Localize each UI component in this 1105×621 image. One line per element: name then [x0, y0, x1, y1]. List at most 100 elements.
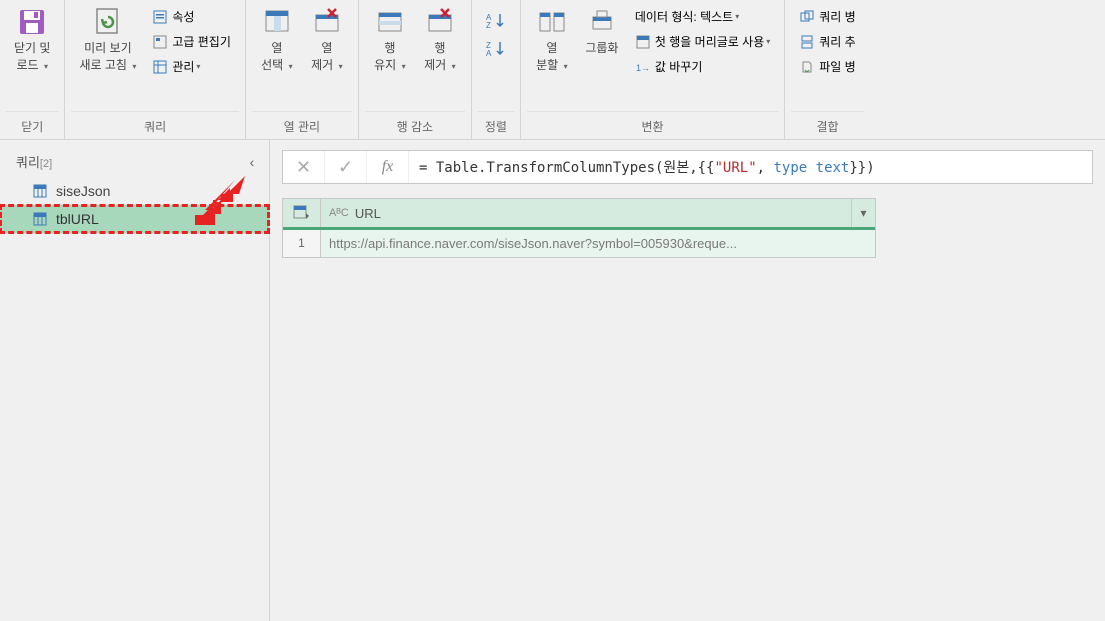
data-table: AᴮC URL ▾ 1 https://api.finance.naver.co…: [282, 198, 876, 258]
sort-asc-button[interactable]: AZ: [482, 8, 510, 34]
first-row-header-button[interactable]: 첫 행을 머리글로 사용 ▾: [631, 31, 774, 52]
files-icon: [799, 59, 815, 75]
formula-input[interactable]: = Table.TransformColumnTypes(원본,{{"URL",…: [409, 157, 1092, 177]
group-label-sort: 정렬: [478, 111, 514, 139]
chevron-down-icon: ▾: [44, 62, 48, 71]
svg-text:1→2: 1→2: [636, 63, 650, 73]
merge-queries-button[interactable]: 쿼리 병: [795, 6, 859, 27]
chevron-down-icon: ▾: [402, 62, 406, 71]
properties-icon: [152, 9, 168, 25]
chevron-down-icon: ▾: [564, 62, 568, 71]
ribbon-group-combine: 쿼리 병 쿼리 추 파일 병 결합: [785, 0, 869, 139]
data-type-label: 데이터 형식: 텍스트: [635, 8, 733, 25]
remove-columns-icon: [311, 6, 343, 38]
refresh-label: 미리 보기새로 고침 ▾: [79, 40, 136, 74]
fx-icon: fx: [367, 151, 409, 183]
choose-columns-button[interactable]: 열선택 ▾: [252, 4, 302, 76]
group-label-columns: 열 관리: [252, 111, 352, 139]
sort-asc-icon: AZ: [486, 12, 506, 30]
remove-rows-button[interactable]: 행제거 ▾: [415, 4, 465, 76]
files-label: 파일 병: [819, 58, 855, 75]
sort-desc-icon: ZA: [486, 40, 506, 58]
manage-button[interactable]: 관리 ▾: [148, 56, 235, 77]
replace-values-button[interactable]: 1→2 값 바꾸기: [631, 56, 774, 77]
remove-rows-icon: [424, 6, 456, 38]
chevron-down-icon: ▾: [132, 62, 136, 71]
ribbon-toolbar: 닫기 및로드 ▾ 닫기 미리 보기새로 고침 ▾ 속성 고급 편집기: [0, 0, 1105, 140]
chevron-down-icon: ▾: [196, 62, 200, 71]
refresh-preview-button[interactable]: 미리 보기새로 고침 ▾: [71, 4, 144, 76]
remove-columns-label: 열제거 ▾: [311, 40, 342, 74]
advanced-editor-button[interactable]: 고급 편집기: [148, 31, 235, 52]
main-area: 쿼리[2] ‹ siseJson tblURL ✕ ✓ fx = Table.T…: [0, 140, 1105, 621]
ribbon-group-sort: AZ ZA 정렬: [472, 0, 521, 139]
formula-mid: ,: [757, 160, 774, 176]
remove-columns-button[interactable]: 열제거 ▾: [302, 4, 352, 76]
column-filter-button[interactable]: ▾: [851, 199, 875, 227]
text-type-icon: AᴮC: [329, 207, 349, 219]
cell-value: https://api.finance.naver.com/siseJson.n…: [321, 230, 875, 257]
ribbon-group-columns: 열선택 ▾ 열제거 ▾ 열 관리: [246, 0, 359, 139]
data-type-button[interactable]: 데이터 형식: 텍스트 ▾: [631, 6, 774, 27]
queries-sidebar: 쿼리[2] ‹ siseJson tblURL: [0, 140, 270, 621]
keep-rows-icon: [374, 6, 406, 38]
query-item-tblurl[interactable]: tblURL: [0, 205, 269, 233]
collapse-sidebar-button[interactable]: ‹: [243, 153, 261, 171]
group-label-combine: 결합: [791, 111, 863, 139]
table-icon: [152, 59, 168, 75]
formula-cancel-button[interactable]: ✕: [283, 151, 325, 183]
content-area: ✕ ✓ fx = Table.TransformColumnTypes(원본,{…: [270, 140, 1105, 621]
remove-rows-label: 행제거 ▾: [424, 40, 455, 74]
formula-prefix: = Table.TransformColumnTypes(원본,{{: [419, 160, 714, 176]
formula-confirm-button[interactable]: ✓: [325, 151, 367, 183]
chevron-down-icon: ▾: [289, 62, 293, 71]
groupby-button[interactable]: 그룹화: [577, 4, 627, 59]
svg-text:Z: Z: [486, 21, 491, 30]
table-corner-button[interactable]: [283, 199, 321, 227]
table-icon: [32, 183, 48, 199]
row-number: 1: [283, 230, 321, 257]
formula-suffix: }}): [849, 160, 874, 176]
sidebar-title: 쿼리[2]: [16, 152, 52, 171]
query-name: siseJson: [56, 183, 110, 199]
choose-columns-icon: [261, 6, 293, 38]
choose-columns-label: 열선택 ▾: [261, 40, 292, 74]
close-and-load-button[interactable]: 닫기 및로드 ▾: [6, 4, 58, 76]
table-row[interactable]: 1 https://api.finance.naver.com/siseJson…: [283, 230, 875, 257]
table-icon: [32, 211, 48, 227]
ribbon-group-query: 미리 보기새로 고침 ▾ 속성 고급 편집기 관리 ▾ 쿼리: [65, 0, 245, 139]
ribbon-group-rows: 행유지 ▾ 행제거 ▾ 행 감소: [359, 0, 472, 139]
query-item-sisejson[interactable]: siseJson: [0, 177, 269, 205]
groupby-icon: [586, 6, 618, 38]
svg-text:A: A: [486, 49, 492, 58]
group-label-rows: 행 감소: [365, 111, 465, 139]
column-name: URL: [355, 206, 381, 221]
formula-bar: ✕ ✓ fx = Table.TransformColumnTypes(원본,{…: [282, 150, 1093, 184]
column-header-url[interactable]: AᴮC URL: [321, 199, 851, 227]
advanced-editor-label: 고급 편집기: [172, 33, 231, 50]
ribbon-group-close: 닫기 및로드 ▾ 닫기: [0, 0, 65, 139]
formula-keyword: type text: [774, 160, 850, 176]
chevron-down-icon: ▾: [339, 62, 343, 71]
properties-label: 속성: [172, 8, 194, 25]
merge-icon: [799, 9, 815, 25]
merge-label: 쿼리 병: [819, 8, 855, 25]
split-column-button[interactable]: 열분할 ▾: [527, 4, 577, 76]
replace-label: 값 바꾸기: [655, 58, 703, 75]
combine-files-button[interactable]: 파일 병: [795, 56, 859, 77]
query-count: [2]: [40, 158, 52, 170]
keep-rows-button[interactable]: 행유지 ▾: [365, 4, 415, 76]
save-icon: [16, 6, 48, 38]
sort-desc-button[interactable]: ZA: [482, 36, 510, 62]
table-header-row: AᴮC URL ▾: [283, 199, 875, 230]
formula-string: "URL": [714, 160, 756, 176]
query-name: tblURL: [56, 211, 99, 227]
replace-icon: 1→2: [635, 59, 651, 75]
sidebar-header: 쿼리[2] ‹: [0, 140, 269, 177]
properties-button[interactable]: 속성: [148, 6, 235, 27]
keep-rows-label: 행유지 ▾: [374, 40, 405, 74]
append-queries-button[interactable]: 쿼리 추: [795, 31, 859, 52]
append-icon: [799, 34, 815, 50]
group-label-transform: 변환: [527, 111, 778, 139]
chevron-down-icon: ▾: [735, 12, 739, 21]
